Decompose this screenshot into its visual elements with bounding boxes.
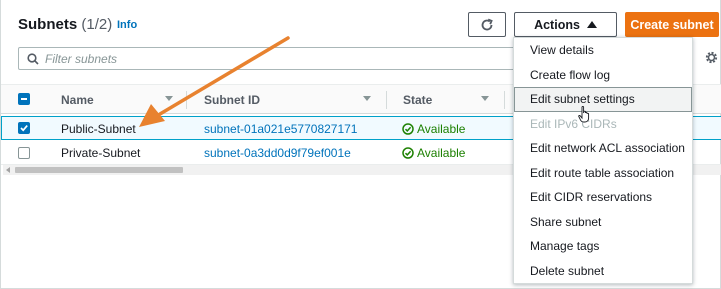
create-subnet-button[interactable]: Create subnet	[625, 12, 719, 37]
actions-dropdown-menu: View details Create flow log Edit subnet…	[513, 37, 693, 284]
search-icon	[27, 53, 39, 65]
subnet-name: Public-Subnet	[61, 122, 136, 136]
menu-item-delete-subnet[interactable]: Delete subnet	[514, 259, 692, 284]
filter-box	[18, 47, 516, 70]
subnet-id-link[interactable]: subnet-01a021e5770827171	[204, 122, 357, 136]
column-header-subnet-id[interactable]: Subnet ID	[204, 93, 260, 107]
menu-item-edit-ipv6-cidrs: Edit IPv6 CIDRs	[530, 116, 617, 131]
state-cell: Available	[402, 146, 465, 160]
scrollbar-thumb[interactable]	[15, 167, 183, 173]
row-checkbox[interactable]	[18, 147, 30, 159]
sort-down-icon[interactable]	[481, 96, 489, 101]
check-circle-icon	[402, 123, 414, 135]
column-divider[interactable]	[504, 91, 505, 109]
actions-button[interactable]: Actions	[514, 12, 617, 37]
filter-input[interactable]	[45, 50, 485, 67]
state-text: Available	[417, 146, 466, 160]
subnet-name: Private-Subnet	[61, 146, 141, 160]
state-cell: Available	[402, 122, 465, 136]
column-divider[interactable]	[186, 91, 187, 109]
menu-item-view-details[interactable]: View details	[514, 38, 692, 63]
refresh-button[interactable]	[468, 12, 506, 37]
scroll-left-icon[interactable]	[6, 167, 10, 173]
caret-up-icon	[586, 21, 597, 28]
column-header-name[interactable]: Name	[61, 93, 94, 107]
page-title: Subnets (1/2)	[18, 16, 112, 33]
menu-item-edit-route-table[interactable]: Edit route table association	[514, 161, 692, 186]
subnets-page: Subnets (1/2) Info Actions Create subnet	[0, 0, 721, 289]
row-checkbox[interactable]	[18, 122, 30, 134]
selection-count: (1/2)	[81, 16, 113, 33]
state-text: Available	[417, 122, 466, 136]
actions-label: Actions	[534, 17, 580, 32]
menu-item-share-subnet[interactable]: Share subnet	[514, 210, 692, 235]
subnets-panel: Subnets (1/2) Info Actions Create subnet	[0, 0, 721, 289]
menu-item-edit-network-acl[interactable]: Edit network ACL association	[514, 136, 692, 161]
gear-icon[interactable]	[704, 50, 719, 65]
checkmark-icon	[20, 125, 28, 132]
check-circle-icon	[402, 147, 414, 159]
column-divider[interactable]	[386, 91, 387, 109]
sort-down-icon[interactable]	[363, 96, 371, 101]
info-link[interactable]: Info	[117, 19, 137, 31]
title-text: Subnets	[18, 16, 78, 33]
column-header-state[interactable]: State	[403, 93, 432, 107]
select-all-checkbox[interactable]	[18, 93, 30, 105]
sort-down-icon[interactable]	[165, 96, 173, 101]
refresh-icon	[481, 18, 493, 30]
menu-item-edit-subnet-settings[interactable]: Edit subnet settings	[514, 87, 692, 112]
menu-item-manage-tags[interactable]: Manage tags	[514, 234, 692, 259]
hand-cursor-icon	[578, 106, 590, 123]
menu-item-edit-cidr-reservations[interactable]: Edit CIDR reservations	[514, 185, 692, 210]
menu-item-create-flow-log[interactable]: Create flow log	[514, 63, 692, 88]
subnet-id-link[interactable]: subnet-0a3dd0d9f79ef001e	[204, 146, 351, 160]
